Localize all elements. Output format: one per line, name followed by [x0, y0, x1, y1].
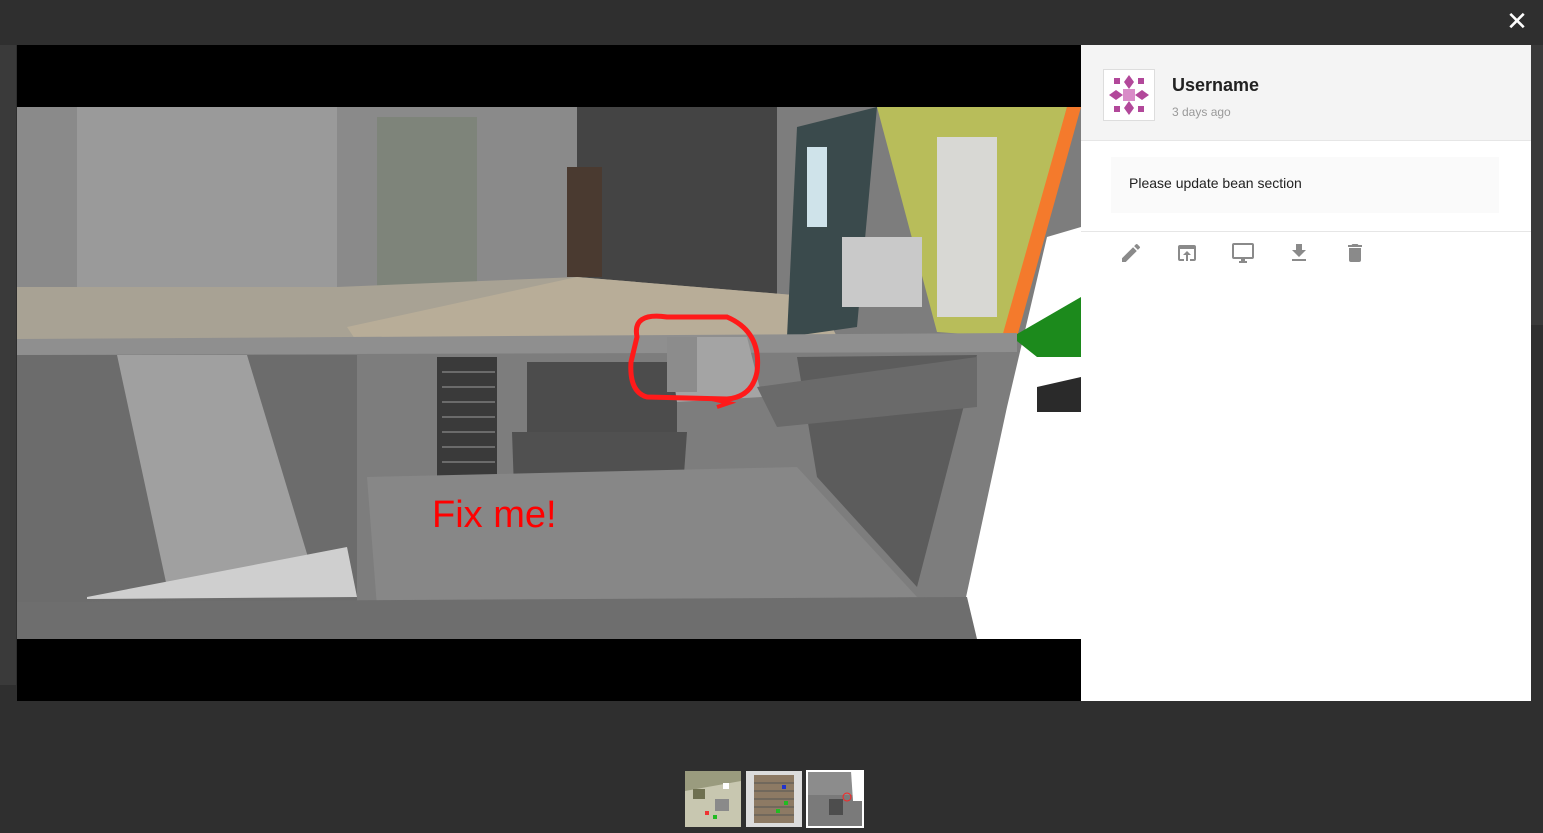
annotation-text: Fix me! — [432, 494, 557, 536]
close-icon[interactable]: ✕ — [1503, 8, 1531, 36]
download-icon[interactable] — [1287, 241, 1311, 265]
comment-body: Please update bean section — [1081, 141, 1531, 232]
delete-icon[interactable] — [1343, 241, 1367, 265]
timestamp: 3 days ago — [1172, 105, 1231, 119]
comment-box: Please update bean section — [1111, 157, 1499, 213]
desktop-icon[interactable] — [1231, 241, 1255, 265]
backdrop-edge-right — [1531, 45, 1543, 325]
avatar — [1103, 69, 1155, 121]
edit-icon[interactable] — [1119, 241, 1143, 265]
comment-toolbar — [1119, 241, 1367, 265]
backdrop-edge-left — [0, 45, 16, 685]
image-viewer: Fix me! — [17, 45, 1081, 701]
username: Username — [1172, 75, 1260, 95]
screenshot-image: Fix me! — [17, 107, 1081, 639]
comment-panel: Username 3 days ago Please update bean s… — [1081, 45, 1531, 701]
thumbnail-2[interactable] — [746, 771, 802, 827]
thumbnail-3[interactable] — [806, 770, 864, 828]
open-in-icon[interactable] — [1175, 241, 1199, 265]
comment-header: Username 3 days ago — [1081, 45, 1531, 141]
comment-text: Please update bean section — [1129, 175, 1302, 191]
thumbnail-strip — [685, 770, 864, 828]
thumbnail-1[interactable] — [685, 771, 741, 827]
